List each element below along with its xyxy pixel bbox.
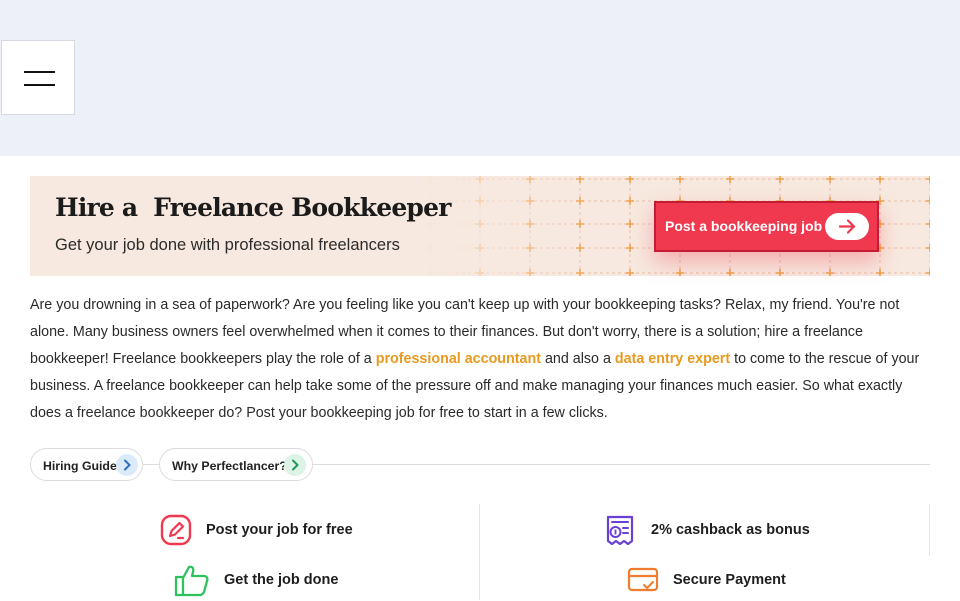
cashback-receipt-icon: [604, 514, 636, 550]
why-perfectlancer-chip[interactable]: Why Perfectlancer?: [159, 448, 313, 481]
why-perfectlancer-label: Why Perfectlancer?: [172, 459, 287, 473]
secure-card-icon: [627, 566, 659, 598]
intro-part-2: and also a: [540, 351, 615, 367]
feature-label: Secure Payment: [673, 572, 786, 588]
hiring-guide-label: Hiring Guide: [43, 459, 117, 473]
intro-text: Are you drowning in a sea of paperwork? …: [30, 292, 930, 427]
guide-links-row: Hiring Guide Why Perfectlancer?: [30, 448, 930, 481]
hero-subtitle: Get your job done with professional free…: [55, 236, 400, 254]
feature-label: Get the job done: [224, 572, 339, 588]
post-bookkeeping-job-button[interactable]: Post a bookkeeping job: [654, 201, 879, 252]
feature-label: Post your job for free: [206, 522, 353, 538]
chevron-right-icon: [116, 454, 138, 476]
features-divider: [479, 504, 480, 600]
hiring-guide-chip[interactable]: Hiring Guide: [30, 448, 143, 481]
features-edge: [929, 504, 930, 556]
data-entry-expert-link[interactable]: data entry expert: [615, 351, 730, 367]
edit-pencil-icon: [160, 514, 192, 550]
arrow-right-icon: [825, 213, 869, 240]
professional-accountant-link[interactable]: professional accountant: [376, 351, 541, 367]
hamburger-menu-button[interactable]: [1, 40, 75, 115]
feature-label: 2% cashback as bonus: [651, 522, 810, 538]
top-header: [0, 0, 960, 156]
post-job-label: Post a bookkeeping job: [665, 218, 823, 234]
chevron-right-icon: [284, 454, 306, 476]
page-title: Hire a Freelance Bookkeeper: [55, 193, 451, 222]
thumbs-up-icon: [174, 563, 210, 601]
